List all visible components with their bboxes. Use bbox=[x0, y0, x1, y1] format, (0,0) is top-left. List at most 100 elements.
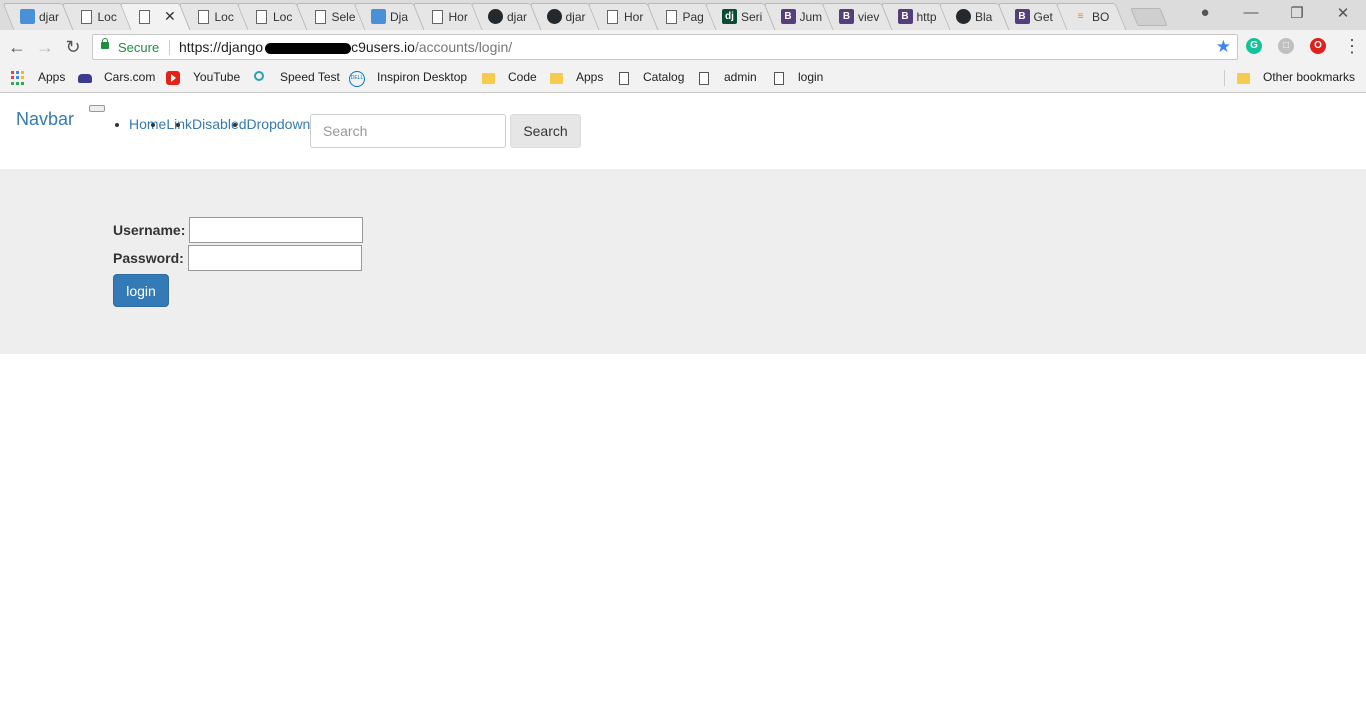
nav-link-dropdown[interactable]: Dropdown bbox=[247, 116, 311, 132]
url-prefix: https://django bbox=[179, 39, 264, 55]
browser-tab[interactable]: Loc bbox=[61, 3, 132, 30]
login-panel: Username: Password: login bbox=[0, 169, 1366, 354]
tab-favicon-icon: B bbox=[839, 9, 854, 24]
tab-favicon-icon bbox=[254, 9, 269, 24]
grammarly-icon[interactable]: G bbox=[1246, 38, 1262, 54]
tab-close-icon[interactable]: ✕ bbox=[164, 8, 176, 25]
minimize-icon[interactable]: — bbox=[1241, 4, 1261, 21]
omnibox-divider bbox=[169, 40, 170, 55]
nav-link-home[interactable]: Home bbox=[129, 116, 166, 132]
tab-title: Bla bbox=[975, 10, 993, 24]
tab-title: viev bbox=[858, 10, 880, 24]
navbar-brand[interactable]: Navbar bbox=[16, 109, 74, 130]
login-button[interactable]: login bbox=[113, 274, 169, 307]
tab-title: Jum bbox=[799, 10, 823, 24]
restore-icon[interactable]: ❐ bbox=[1287, 4, 1307, 22]
tab-favicon-icon bbox=[605, 9, 620, 24]
list-bullet bbox=[176, 123, 180, 127]
tab-favicon-icon bbox=[313, 9, 328, 24]
tab-title: Dja bbox=[390, 10, 409, 24]
youtube-icon bbox=[166, 71, 180, 85]
browser-tab[interactable]: ≡ BO bbox=[1055, 3, 1127, 30]
tab-title: djar bbox=[39, 10, 60, 24]
search-input[interactable] bbox=[310, 114, 506, 148]
tab-favicon-icon: dj bbox=[722, 9, 737, 24]
reload-icon[interactable]: ↻ bbox=[62, 36, 84, 58]
browser-tab[interactable]: djar bbox=[2, 3, 74, 30]
username-row: Username: bbox=[113, 217, 363, 243]
browser-tab[interactable]: B Jum bbox=[763, 3, 834, 30]
tab-title: Loc bbox=[273, 10, 293, 24]
browser-tab[interactable]: Bhttp bbox=[880, 3, 951, 30]
tab-favicon-icon bbox=[137, 9, 152, 24]
browser-tab[interactable]: Loc bbox=[178, 3, 249, 30]
folder-icon bbox=[550, 73, 563, 84]
window-close-icon[interactable]: ✕ bbox=[1333, 4, 1353, 22]
tab-strip: djar Loc ✕ Loc Loc Sele Dja Hor djar djar Hor Pag dj… bbox=[0, 0, 1366, 30]
navbar-toggler-button[interactable] bbox=[89, 105, 105, 112]
browser-tab[interactable]: B Get bbox=[997, 3, 1068, 30]
tab-title: Hor bbox=[624, 10, 644, 24]
tab-title: Hor bbox=[448, 10, 468, 24]
bookmark-speed-test[interactable]: Speed Test bbox=[280, 70, 340, 84]
password-field[interactable] bbox=[188, 245, 362, 271]
bookmark-login[interactable]: login bbox=[798, 70, 823, 84]
tab-title: djar bbox=[507, 10, 528, 24]
nav-links-row: HomeLinkDisabledDropdown bbox=[129, 116, 310, 132]
browser-tab[interactable]: dj Seri bbox=[704, 3, 776, 30]
page-content: Navbar HomeLinkDisabledDropdown Search U… bbox=[0, 93, 1366, 728]
tab-favicon-icon bbox=[196, 9, 211, 24]
browser-tab[interactable]: Sele bbox=[295, 3, 366, 30]
menu-icon[interactable]: ⋮ bbox=[1343, 36, 1361, 57]
bookmark-admin[interactable]: admin bbox=[724, 70, 757, 84]
browser-tab[interactable]: Dja bbox=[353, 3, 425, 30]
browser-tab[interactable]: Bviev bbox=[821, 3, 893, 30]
page-icon bbox=[619, 72, 629, 85]
tab-favicon-icon bbox=[371, 9, 386, 24]
redacted-mask bbox=[265, 42, 352, 54]
forward-icon[interactable]: → bbox=[34, 36, 56, 58]
tab-favicon-icon: B bbox=[897, 9, 913, 24]
bookmark-catalog[interactable]: Catalog bbox=[643, 70, 684, 84]
address-bar[interactable]: Secure https://django c9users.io/accounts… bbox=[92, 34, 1238, 60]
browser-tab[interactable]: Hor bbox=[412, 3, 483, 30]
back-icon[interactable]: ← bbox=[6, 36, 28, 58]
password-label: Password: bbox=[113, 250, 184, 266]
browser-tab[interactable]: Bla bbox=[938, 3, 1010, 30]
browser-tab[interactable]: ✕ bbox=[119, 3, 191, 30]
browser-tab[interactable]: Hor bbox=[587, 3, 659, 30]
bookmark-apps-folder[interactable]: Apps bbox=[576, 70, 603, 84]
bookmark-code[interactable]: Code bbox=[508, 70, 537, 84]
nav-link-disabled[interactable]: Disabled bbox=[192, 116, 246, 132]
bookmark-youtube[interactable]: YouTube bbox=[193, 70, 240, 84]
search-button[interactable]: Search bbox=[510, 114, 581, 148]
bookmark-cars[interactable]: Cars.com bbox=[104, 70, 155, 84]
username-field[interactable] bbox=[189, 217, 363, 243]
tab-title: Get bbox=[1033, 10, 1053, 24]
bookmark-star-icon[interactable]: ★ bbox=[1216, 37, 1231, 57]
extension-icon[interactable]: □ bbox=[1278, 38, 1294, 54]
browser-tab[interactable]: djar bbox=[470, 3, 542, 30]
browser-tab[interactable]: Loc bbox=[236, 3, 308, 30]
new-tab-button[interactable] bbox=[1130, 8, 1168, 26]
apps-grid-icon bbox=[11, 71, 25, 85]
browser-tab[interactable]: Pag bbox=[646, 3, 717, 30]
tab-title: Loc bbox=[97, 10, 117, 24]
bookmark-apps[interactable]: Apps bbox=[38, 70, 65, 84]
list-bullet bbox=[233, 123, 237, 127]
bookmarks-divider bbox=[1224, 70, 1225, 86]
dell-icon: DELL bbox=[349, 71, 365, 87]
password-row: Password: bbox=[113, 245, 362, 271]
bookmark-inspiron[interactable]: Inspiron Desktop bbox=[377, 70, 467, 84]
profile-icon[interactable]: ● bbox=[1195, 4, 1215, 21]
tab-favicon-icon bbox=[20, 9, 35, 24]
url-host-tail: c9users.io bbox=[351, 39, 415, 55]
bookmarks-bar: Apps Cars.com YouTube Speed Test DELL In… bbox=[0, 64, 1366, 93]
other-bookmarks[interactable]: Other bookmarks bbox=[1263, 70, 1355, 84]
opera-icon[interactable]: O bbox=[1310, 38, 1326, 54]
tab-title: Pag bbox=[682, 10, 704, 24]
browser-tab[interactable]: djar bbox=[529, 3, 600, 30]
tab-title: djar bbox=[565, 10, 586, 24]
folder-icon bbox=[1237, 73, 1250, 84]
tab-title: Sele bbox=[331, 10, 356, 24]
